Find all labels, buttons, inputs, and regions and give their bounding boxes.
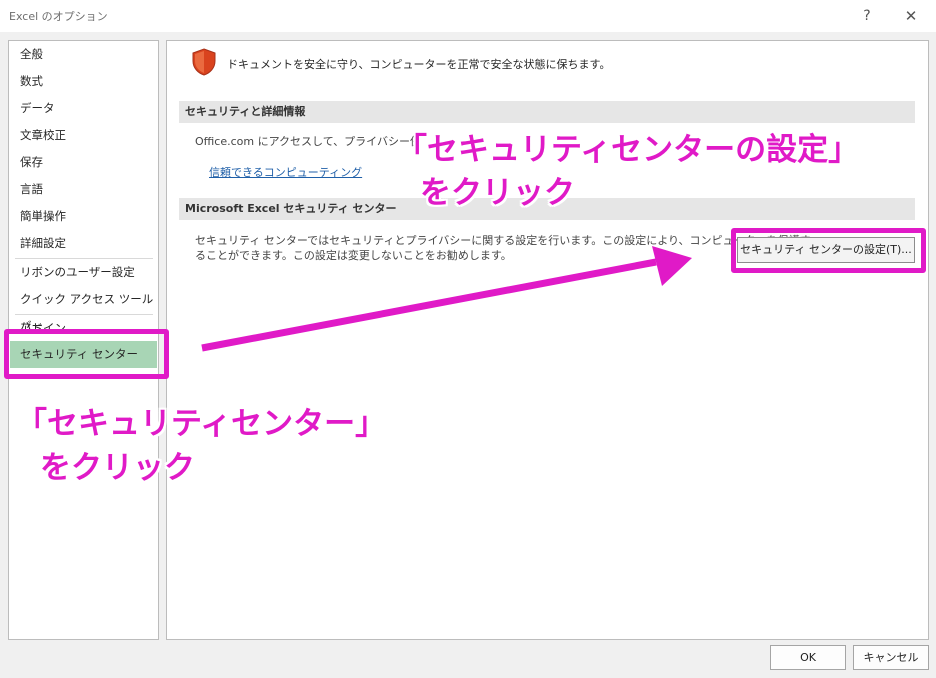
callout-top-line1: 「セキュリティセンターの設定」 bbox=[396, 132, 860, 168]
sidebar-item-save[interactable]: 保存 bbox=[10, 149, 157, 176]
callout-left-line1: 「セキュリティセンター」 bbox=[16, 406, 387, 442]
window-title: Excel のオプション bbox=[9, 10, 108, 23]
sidebar-item-quick-access-toolbar[interactable]: クイック アクセス ツール バー bbox=[10, 286, 157, 333]
help-button[interactable]: ? bbox=[852, 4, 882, 28]
sidebar-item-advanced[interactable]: 詳細設定 bbox=[10, 230, 157, 257]
cancel-button[interactable]: キャンセル bbox=[853, 645, 929, 670]
callout-top-line2: をクリック bbox=[420, 175, 575, 211]
close-button[interactable]: ✕ bbox=[896, 4, 926, 28]
sidebar-item-accessibility[interactable]: 簡単操作 bbox=[10, 203, 157, 230]
highlight-trust-center-settings bbox=[731, 228, 926, 273]
ok-button[interactable]: OK bbox=[770, 645, 846, 670]
trustworthy-computing-link[interactable]: 信頼できるコンピューティング bbox=[209, 164, 362, 180]
security-info-text: Office.com にアクセスして、プライバシー保 bbox=[195, 135, 421, 148]
title-bar: Excel のオプション ? ✕ bbox=[0, 0, 936, 32]
sidebar-item-data[interactable]: データ bbox=[10, 95, 157, 122]
highlight-trust-center-nav bbox=[4, 329, 169, 379]
trust-center-text-line1: セキュリティ センターではセキュリティとプライバシーに関する設定を行います。この… bbox=[195, 234, 811, 247]
trust-center-text-line2: ることができます。この設定は変更しないことをお勧めします。 bbox=[195, 249, 512, 262]
sidebar-item-proofing[interactable]: 文章校正 bbox=[10, 122, 157, 149]
sidebar-item-formulas[interactable]: 数式 bbox=[10, 68, 157, 95]
callout-left-line2: をクリック bbox=[40, 450, 195, 486]
trust-center-panel: ドキュメントを安全に守り、コンピューターを正常で安全な状態に保ちます。 セキュリ… bbox=[166, 40, 929, 640]
sidebar-item-language[interactable]: 言語 bbox=[10, 176, 157, 203]
intro-text: ドキュメントを安全に守り、コンピューターを正常で安全な状態に保ちます。 bbox=[227, 58, 611, 71]
shield-icon bbox=[192, 48, 216, 76]
sidebar-item-customize-ribbon[interactable]: リボンのユーザー設定 bbox=[10, 259, 157, 286]
section-heading-security-info: セキュリティと詳細情報 bbox=[179, 101, 915, 123]
sidebar-item-general[interactable]: 全般 bbox=[10, 41, 157, 68]
